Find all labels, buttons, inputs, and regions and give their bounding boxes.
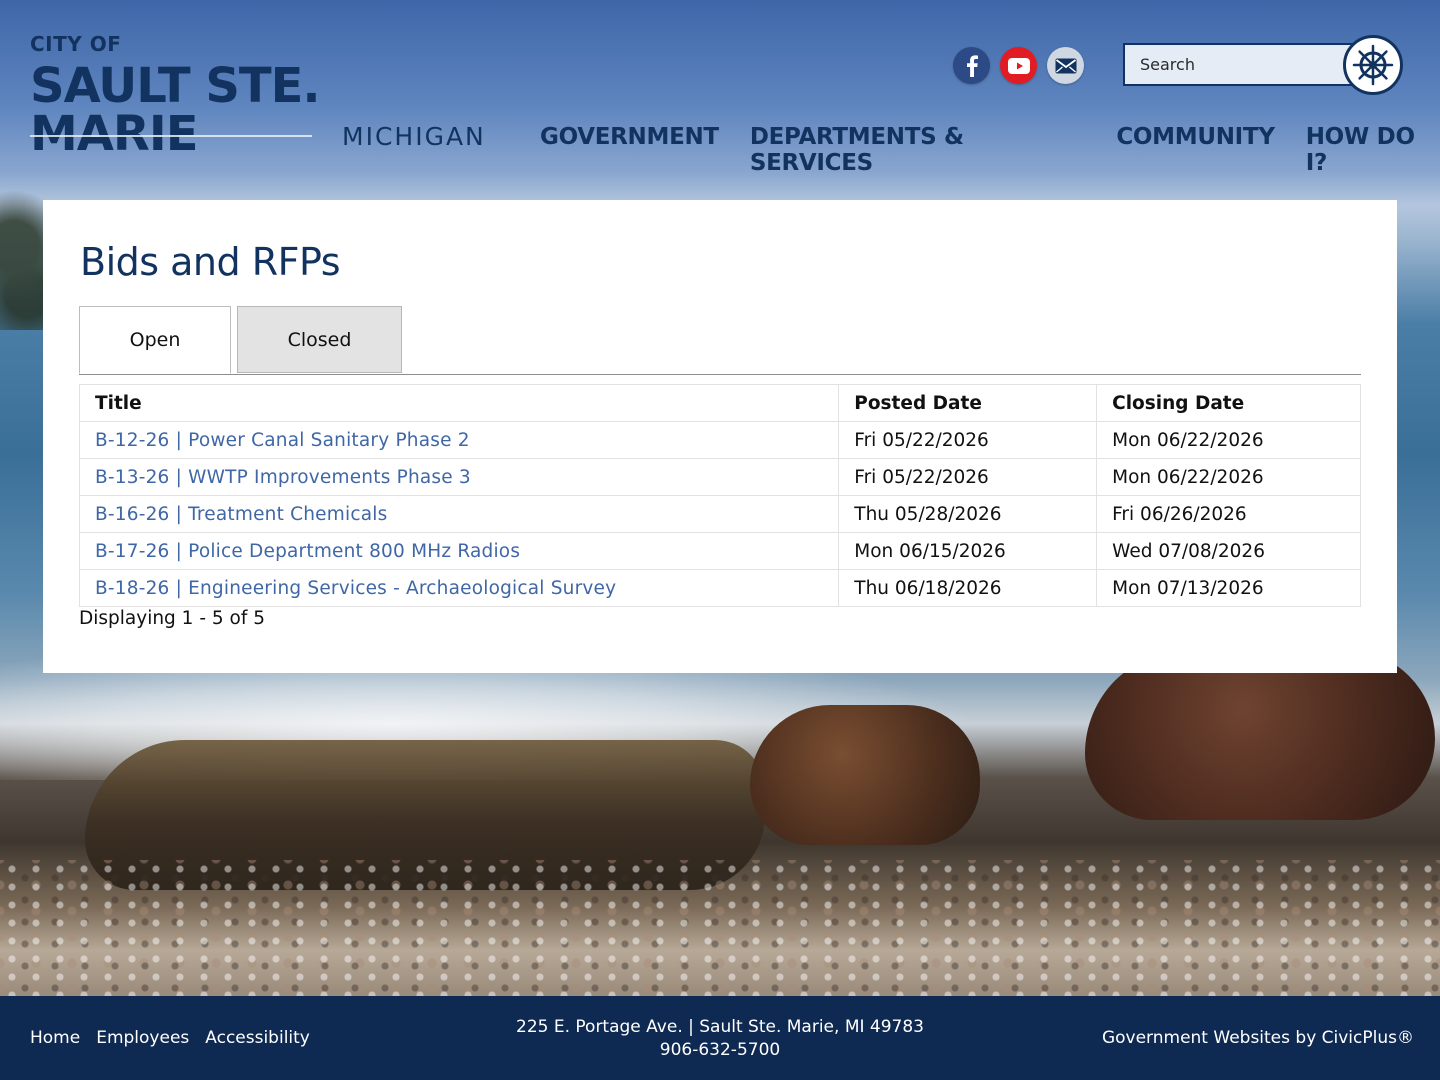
content-card: Bids and RFPs Open Closed Title Posted D…: [43, 200, 1397, 673]
column-header-closing-date: Closing Date: [1096, 384, 1361, 422]
social-links: [953, 47, 1084, 84]
logo-state: MICHIGAN: [342, 122, 486, 151]
background-pebbles: [0, 860, 1440, 996]
bid-tabs: Open Closed: [79, 306, 1361, 375]
bid-title-cell: B-16-26 | Treatment Chemicals: [78, 495, 840, 533]
table-row: B-18-26 | Engineering Services - Archaeo…: [78, 569, 1361, 607]
site-logo[interactable]: CITY OF SAULT STE. MARIE MICHIGAN: [30, 30, 500, 160]
table-row: B-17-26 | Police Department 800 MHz Radi…: [78, 532, 1361, 570]
site-search: [1123, 35, 1403, 95]
posted-date-cell: Fri 05/22/2026: [838, 458, 1098, 496]
search-button[interactable]: [1343, 35, 1403, 95]
bid-title-cell: B-13-26 | WWTP Improvements Phase 3: [78, 458, 840, 496]
bid-link[interactable]: B-16-26 | Treatment Chemicals: [95, 504, 387, 525]
posted-date-cell: Fri 05/22/2026: [838, 421, 1098, 459]
background-rock: [1085, 650, 1435, 820]
closing-date-cell: Wed 07/08/2026: [1096, 532, 1361, 570]
closing-date-cell: Mon 07/13/2026: [1096, 569, 1361, 607]
nav-how-do-i[interactable]: HOW DO I?: [1306, 124, 1440, 176]
table-row: B-12-26 | Power Canal Sanitary Phase 2 F…: [78, 421, 1361, 459]
ship-wheel-icon: [1352, 44, 1394, 86]
mail-icon: [1055, 58, 1076, 73]
bid-title-cell: B-17-26 | Police Department 800 MHz Radi…: [78, 532, 840, 570]
closing-date-cell: Mon 06/22/2026: [1096, 421, 1361, 459]
nav-community[interactable]: COMMUNITY: [1116, 124, 1275, 176]
column-header-title: Title: [78, 384, 840, 422]
posted-date-cell: Thu 06/18/2026: [838, 569, 1098, 607]
bid-link[interactable]: B-13-26 | WWTP Improvements Phase 3: [95, 467, 471, 488]
closing-date-cell: Fri 06/26/2026: [1096, 495, 1361, 533]
youtube-link[interactable]: [1000, 47, 1037, 84]
tab-closed[interactable]: Closed: [237, 306, 402, 373]
search-input[interactable]: [1123, 43, 1372, 86]
table-row: B-16-26 | Treatment Chemicals Thu 05/28/…: [78, 495, 1361, 533]
page-title: Bids and RFPs: [80, 240, 341, 284]
bid-title-cell: B-18-26 | Engineering Services - Archaeo…: [78, 569, 840, 607]
youtube-icon: [1007, 57, 1030, 74]
bid-title-cell: B-12-26 | Power Canal Sanitary Phase 2: [78, 421, 840, 459]
posted-date-cell: Mon 06/15/2026: [838, 532, 1098, 570]
tab-open[interactable]: Open: [79, 306, 231, 374]
site-header: CITY OF SAULT STE. MARIE MICHIGAN Search…: [0, 0, 1440, 190]
site-footer: Home Employees Accessibility 225 E. Port…: [0, 996, 1440, 1080]
nav-government[interactable]: GOVERNMENT: [540, 124, 719, 176]
table-header-row: Title Posted Date Closing Date: [78, 384, 1361, 422]
nav-departments-services[interactable]: DEPARTMENTS & SERVICES: [750, 124, 1086, 176]
posted-date-cell: Thu 05/28/2026: [838, 495, 1098, 533]
bid-link[interactable]: B-12-26 | Power Canal Sanitary Phase 2: [95, 430, 470, 451]
logo-divider: [30, 135, 312, 137]
results-count: Displaying 1 - 5 of 5: [79, 608, 266, 629]
email-link[interactable]: [1047, 47, 1084, 84]
background-rock: [750, 705, 980, 845]
logo-city-of: CITY OF: [30, 32, 122, 56]
column-header-posted-date: Posted Date: [838, 384, 1098, 422]
bid-link[interactable]: B-18-26 | Engineering Services - Archaeo…: [95, 578, 616, 599]
table-row: B-13-26 | WWTP Improvements Phase 3 Fri …: [78, 458, 1361, 496]
closing-date-cell: Mon 06/22/2026: [1096, 458, 1361, 496]
bids-table: Title Posted Date Closing Date B-12-26 |…: [78, 384, 1361, 607]
main-nav: GOVERNMENT DEPARTMENTS & SERVICES COMMUN…: [540, 124, 1440, 176]
facebook-link[interactable]: [953, 47, 990, 84]
footer-credit-link[interactable]: Government Websites by CivicPlus®: [1102, 1028, 1414, 1048]
facebook-icon: [966, 54, 978, 77]
bid-link[interactable]: B-17-26 | Police Department 800 MHz Radi…: [95, 541, 520, 562]
